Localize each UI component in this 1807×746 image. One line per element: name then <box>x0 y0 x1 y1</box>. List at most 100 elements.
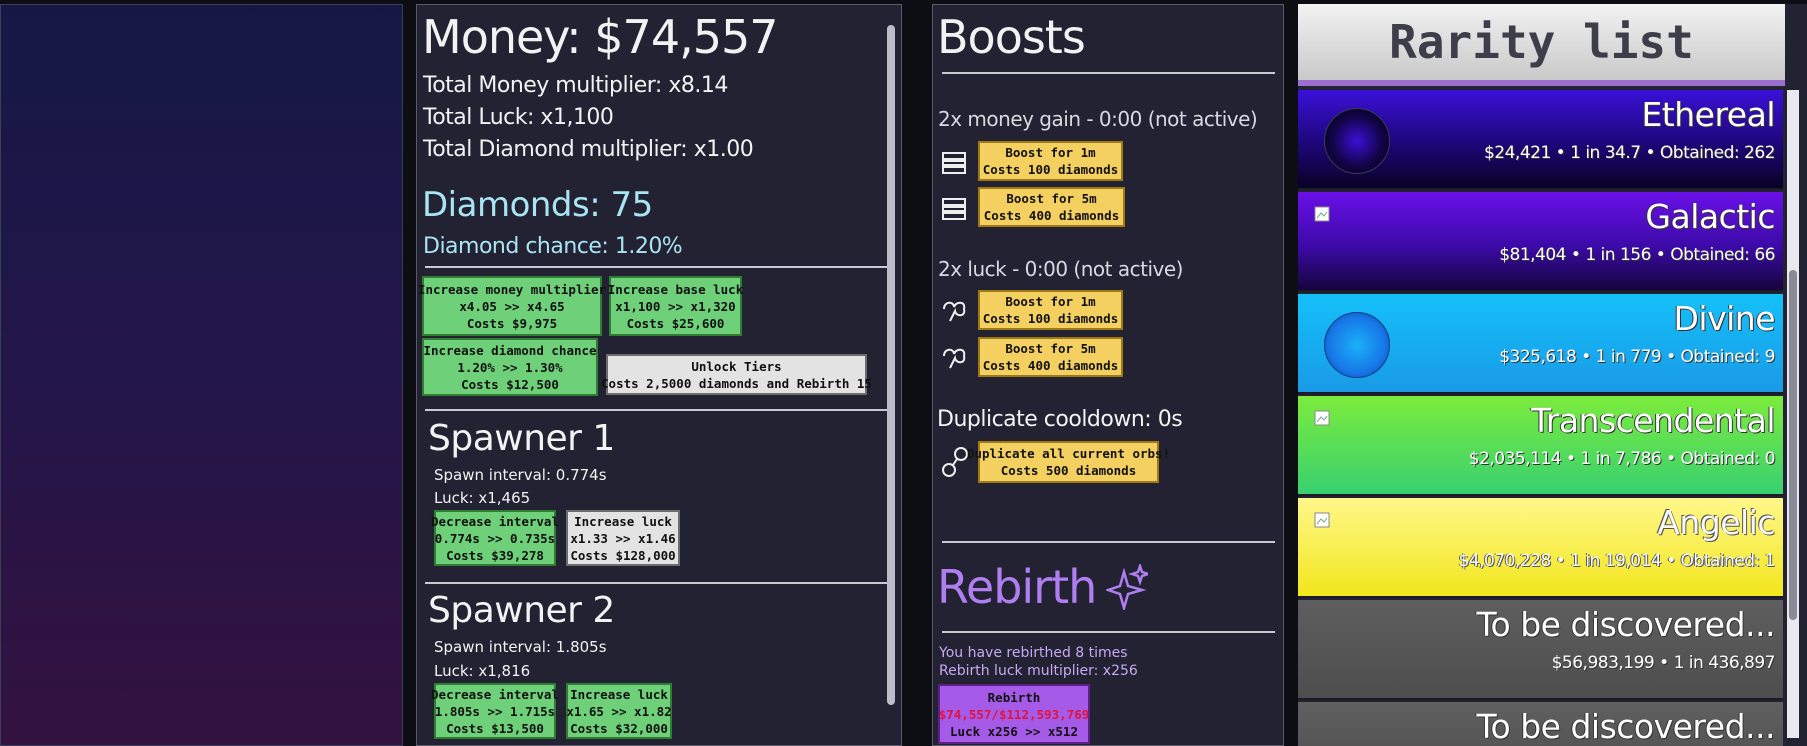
luck-boost-5m-button[interactable]: Boost for 5m Costs 400 diamonds <box>978 337 1123 377</box>
rebirth-button[interactable]: Rebirth $74,557/$112,593,769 Luck x256 >… <box>938 684 1090 744</box>
button-cost: Costs 400 diamonds <box>982 358 1119 373</box>
rarity-list-panel: Rarity list Ethereal $24,421 • 1 in 34.7… <box>1298 4 1807 746</box>
scrollbar-thumb[interactable] <box>887 25 895 705</box>
total-luck: Total Luck: x1,100 <box>423 105 614 130</box>
button-detail: 0.774s >> 0.735s <box>434 530 556 546</box>
increase-diamond-chance-button[interactable]: Increase diamond chance 1.20% >> 1.30% C… <box>422 338 598 396</box>
rarity-name: Angelic <box>1657 503 1775 542</box>
button-cost: Costs $13,500 <box>446 720 544 736</box>
button-label: Increase base luck <box>607 281 744 297</box>
rarity-row-undiscovered: To be discovered... <box>1298 702 1783 746</box>
money-display: Money: $74,557 <box>422 10 779 64</box>
diamond-chance: Diamond chance: 1.20% <box>423 234 683 259</box>
rarity-list-header: Rarity list <box>1298 4 1785 86</box>
rarity-list-title: Rarity list <box>1389 15 1694 69</box>
money-boost-1m-button[interactable]: Boost for 1m Costs 100 diamonds <box>978 141 1123 181</box>
divine-orb-icon <box>1324 312 1390 378</box>
boosts-title: Boosts <box>937 10 1086 64</box>
button-label: Increase money multiplier <box>417 281 607 297</box>
increase-money-multiplier-button[interactable]: Increase money multiplier x4.05 >> x4.65… <box>418 276 606 336</box>
rarity-name: Transcendental <box>1530 401 1776 440</box>
rarity-name: To be discovered... <box>1476 605 1775 644</box>
spawner-1-increase-luck-button[interactable]: Increase luck x1.33 >> x1.46 Costs $128,… <box>566 510 680 566</box>
broken-image-icon <box>1314 512 1330 528</box>
rarity-info: $2,035,114 • 1 in 7,786 • Obtained: 0 <box>1468 449 1776 469</box>
rarity-scrollbar[interactable] <box>1787 90 1799 738</box>
rarity-scrollbar-thumb[interactable] <box>1789 270 1797 620</box>
button-cost: Costs 2,5000 diamonds and Rebirth 15 <box>601 375 872 391</box>
button-label: Unlock Tiers <box>691 358 782 374</box>
broken-image-icon <box>1314 206 1330 222</box>
spawner-1-interval: Spawn interval: 0.774s <box>434 466 607 484</box>
increase-base-luck-button[interactable]: Increase base luck x1,100 >> x1,320 Cost… <box>607 276 744 336</box>
total-money-multiplier: Total Money multiplier: x8.14 <box>423 73 728 98</box>
button-cost: Costs 100 diamonds <box>982 311 1119 326</box>
diamonds-display: Diamonds: 75 <box>422 185 653 225</box>
button-detail: x4.05 >> x4.65 <box>459 298 565 314</box>
upgrades-panel: Money: $74,557 Total Money multiplier: x… <box>416 4 902 746</box>
boosts-panel: Boosts 2x money gain - 0:00 (not active)… <box>932 4 1284 746</box>
button-detail: 1.20% >> 1.30% <box>457 359 563 375</box>
button-cost: Costs 100 diamonds <box>982 162 1119 177</box>
spawner-1-title: Spawner 1 <box>428 418 615 459</box>
button-cost: Costs $12,500 <box>461 376 559 392</box>
divider <box>942 541 1275 543</box>
divider <box>425 582 887 584</box>
scrollbar[interactable] <box>885 11 897 741</box>
button-detail: x1.33 >> x1.46 <box>570 530 676 546</box>
money-icon <box>942 152 966 174</box>
divider <box>942 72 1275 74</box>
clover-icon <box>943 348 966 369</box>
duplicate-orbs-button[interactable]: Duplicate all current orbs! Costs 500 di… <box>967 441 1170 483</box>
rebirth-header: Rebirth <box>937 560 1149 614</box>
button-detail: x1.65 >> x1.82 <box>566 703 672 719</box>
button-cost: Costs $39,278 <box>446 547 544 563</box>
sparkle-icon <box>1106 564 1149 610</box>
button-cost: Costs $25,600 <box>626 315 725 331</box>
rarity-info: $24,421 • 1 in 34.7 • Obtained: 262 <box>1483 143 1776 163</box>
rarity-info: $81,404 • 1 in 156 • Obtained: 66 <box>1499 245 1775 265</box>
button-detail: 1.805s >> 1.715s <box>434 703 556 719</box>
clover-icon <box>943 301 966 322</box>
button-label: Boost for 5m <box>1005 341 1096 356</box>
rarity-name: Divine <box>1673 299 1776 338</box>
luck-boost-1m-button[interactable]: Boost for 1m Costs 100 diamonds <box>978 290 1123 330</box>
rebirth-count: You have rebirthed 8 times <box>939 645 1128 661</box>
ethereal-orb-icon <box>1324 108 1390 174</box>
broken-image-icon <box>1314 410 1330 426</box>
spawner-2-increase-luck-button[interactable]: Increase luck x1.65 >> x1.82 Costs $32,0… <box>566 683 672 739</box>
rebirth-title: Rebirth <box>937 560 1097 614</box>
button-cost: Costs 400 diamonds <box>983 208 1120 223</box>
rarity-row-galactic: Galactic $81,404 • 1 in 156 • Obtained: … <box>1298 192 1783 292</box>
divider <box>425 409 887 411</box>
button-cost: Costs 500 diamonds <box>1000 463 1137 478</box>
spawner-1-decrease-interval-button[interactable]: Decrease interval 0.774s >> 0.735s Costs… <box>431 510 559 566</box>
button-label: Rebirth <box>987 689 1041 705</box>
rarity-info: $56,983,199 • 1 in 436,897 <box>1551 653 1776 673</box>
rarity-name: Ethereal <box>1641 95 1775 134</box>
total-diamond-multiplier: Total Diamond multiplier: x1.00 <box>423 137 754 162</box>
rarity-row-ethereal: Ethereal $24,421 • 1 in 34.7 • Obtained:… <box>1298 90 1783 190</box>
button-label: Duplicate all current orbs! <box>966 446 1171 461</box>
button-cost: Costs $9,975 <box>466 315 558 331</box>
rebirth-price: $74,557/$112,593,769 <box>938 706 1090 722</box>
spawner-2-luck: Luck: x1,816 <box>434 662 531 680</box>
button-cost: Costs $32,000 <box>570 720 668 736</box>
button-label: Boost for 5m <box>1006 191 1097 206</box>
button-detail: Luck x256 >> x512 <box>950 723 1078 739</box>
button-label: Increase luck <box>570 686 668 702</box>
spawner-2-interval: Spawn interval: 1.805s <box>434 638 607 656</box>
money-boost-5m-button[interactable]: Boost for 5m Costs 400 diamonds <box>978 187 1125 227</box>
button-label: Increase diamond chance <box>423 342 597 358</box>
rarity-row-undiscovered: To be discovered... $56,983,199 • 1 in 4… <box>1298 600 1783 700</box>
button-label: Increase luck <box>574 513 672 529</box>
unlock-tiers-button[interactable]: Unlock Tiers Costs 2,5000 diamonds and R… <box>601 354 872 395</box>
spawner-2-decrease-interval-button[interactable]: Decrease interval 1.805s >> 1.715s Costs… <box>431 683 559 739</box>
money-icon <box>942 198 966 220</box>
rarity-info: $325,618 • 1 in 779 • Obtained: 9 <box>1499 347 1775 367</box>
rarity-row-angelic: Angelic $4,070,228 • 1 in 19,014 • Obtai… <box>1298 498 1783 598</box>
button-label: Boost for 1m <box>1005 294 1096 309</box>
button-detail: x1,100 >> x1,320 <box>615 298 736 314</box>
money-boost-status: 2x money gain - 0:00 (not active) <box>938 107 1258 131</box>
play-area[interactable] <box>0 4 403 746</box>
